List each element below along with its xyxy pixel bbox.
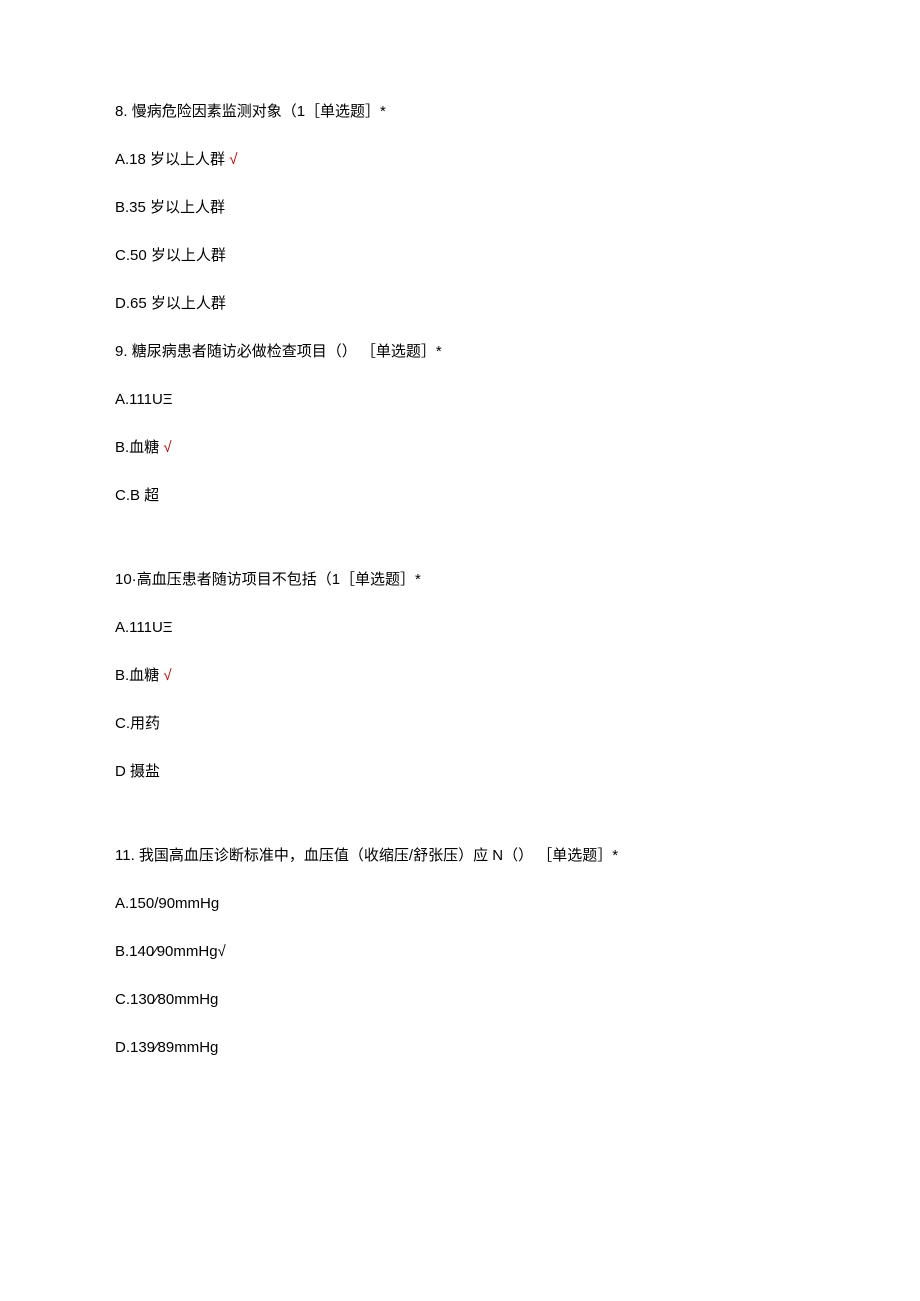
option-label: B.140⁄90mmHg√ xyxy=(115,943,226,960)
option-label: B.35 岁以上人群 xyxy=(115,199,225,216)
question-11: 11. 我国高血压诊断标准中，血压值（收缩压/舒张压）应 N（） ［单选题］* … xyxy=(115,844,805,1060)
option-label: C.用药 xyxy=(115,715,160,732)
question-number: 8. xyxy=(115,103,128,120)
option-b: B.140⁄90mmHg√ xyxy=(115,940,805,964)
option-d: D 摄盐 xyxy=(115,760,805,784)
option-b: B.血糖 √ xyxy=(115,664,805,688)
question-number: 9. xyxy=(115,343,128,360)
option-b: B.血糖 √ xyxy=(115,436,805,460)
option-c: C.130⁄80mmHg xyxy=(115,988,805,1012)
question-body: 我国高血压诊断标准中，血压值（收缩压/舒张压）应 N（） ［单选题］* xyxy=(139,847,618,864)
question-text: 10·高血压患者随访项目不包括（1［单选题］* xyxy=(115,568,805,592)
option-label: A.150/90mmHg xyxy=(115,895,219,912)
spacer xyxy=(115,548,805,568)
option-label: B.血糖 xyxy=(115,667,159,684)
option-a: A.111UΞ xyxy=(115,388,805,412)
option-a: A.150/90mmHg xyxy=(115,892,805,916)
spacer xyxy=(115,824,805,844)
option-d: D.139⁄89mmHg xyxy=(115,1036,805,1060)
question-number: 10· xyxy=(115,571,137,588)
question-body: 慢病危险因素监测对象（1［单选题］* xyxy=(132,103,386,120)
option-label: D.65 岁以上人群 xyxy=(115,295,226,312)
option-label: D 摄盐 xyxy=(115,763,160,780)
option-c: C.用药 xyxy=(115,712,805,736)
option-c: C.50 岁以上人群 xyxy=(115,244,805,268)
question-body: 糖尿病患者随访必做检查项目（） ［单选题］* xyxy=(132,343,442,360)
option-label: C.50 岁以上人群 xyxy=(115,247,226,264)
check-icon: √ xyxy=(163,439,171,456)
question-text: 11. 我国高血压诊断标准中，血压值（收缩压/舒张压）应 N（） ［单选题］* xyxy=(115,844,805,868)
option-a: A.18 岁以上人群 √ xyxy=(115,148,805,172)
option-label: A.18 岁以上人群 xyxy=(115,151,225,168)
option-label: C.B 超 xyxy=(115,487,159,504)
option-label: A.111UΞ xyxy=(115,391,173,408)
question-number: 11. xyxy=(115,847,135,864)
option-label: A.111UΞ xyxy=(115,619,173,636)
question-9: 9. 糖尿病患者随访必做检查项目（） ［单选题］* A.111UΞ B.血糖 √… xyxy=(115,340,805,508)
question-text: 8. 慢病危险因素监测对象（1［单选题］* xyxy=(115,100,805,124)
option-label: B.血糖 xyxy=(115,439,159,456)
option-a: A.111UΞ xyxy=(115,616,805,640)
check-icon: √ xyxy=(163,667,171,684)
option-label: D.139⁄89mmHg xyxy=(115,1039,218,1056)
option-d: D.65 岁以上人群 xyxy=(115,292,805,316)
check-icon: √ xyxy=(229,151,237,168)
question-10: 10·高血压患者随访项目不包括（1［单选题］* A.111UΞ B.血糖 √ C… xyxy=(115,568,805,784)
question-8: 8. 慢病危险因素监测对象（1［单选题］* A.18 岁以上人群 √ B.35 … xyxy=(115,100,805,316)
question-body: 高血压患者随访项目不包括（1［单选题］* xyxy=(137,571,421,588)
question-text: 9. 糖尿病患者随访必做检查项目（） ［单选题］* xyxy=(115,340,805,364)
option-c: C.B 超 xyxy=(115,484,805,508)
option-label: C.130⁄80mmHg xyxy=(115,991,218,1008)
option-b: B.35 岁以上人群 xyxy=(115,196,805,220)
